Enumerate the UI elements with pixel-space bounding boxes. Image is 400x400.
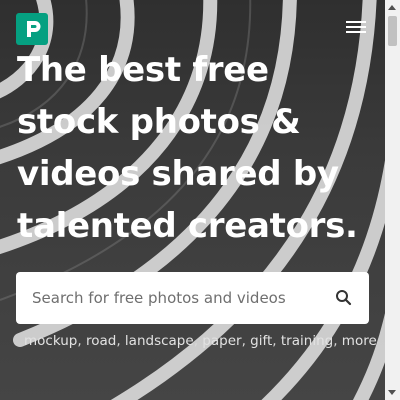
tag-link[interactable]: mockup bbox=[24, 333, 77, 349]
hamburger-menu-button[interactable] bbox=[343, 18, 369, 40]
search-icon bbox=[336, 290, 352, 306]
search-input[interactable] bbox=[16, 272, 316, 324]
tag-link[interactable]: training bbox=[281, 333, 333, 349]
pexels-logo[interactable] bbox=[16, 13, 48, 45]
search-bar bbox=[16, 272, 369, 324]
hamburger-menu-icon-bar bbox=[346, 31, 366, 33]
more-tags-link[interactable]: more bbox=[342, 333, 377, 349]
pexels-logo-icon bbox=[27, 21, 41, 37]
arrow-up-icon bbox=[388, 5, 396, 10]
hamburger-menu-icon-bar bbox=[346, 21, 366, 23]
scroll-down-button[interactable] bbox=[385, 385, 400, 400]
hamburger-menu-icon-bar bbox=[346, 26, 366, 28]
arrow-down-icon bbox=[388, 390, 396, 395]
tag-link[interactable]: paper bbox=[202, 333, 241, 349]
popular-tags: mockup, road, landscape, paper, gift, tr… bbox=[24, 333, 377, 349]
tag-link[interactable]: landscape bbox=[125, 333, 194, 349]
scroll-up-button[interactable] bbox=[385, 0, 400, 15]
search-button[interactable] bbox=[331, 285, 357, 311]
page-scrollbar[interactable] bbox=[385, 0, 400, 400]
hero-headline: The best free stock photos & videos shar… bbox=[17, 50, 358, 246]
scrollbar-thumb[interactable] bbox=[388, 16, 397, 46]
tag-link[interactable]: gift bbox=[250, 333, 272, 349]
tag-link[interactable]: road bbox=[86, 333, 116, 349]
